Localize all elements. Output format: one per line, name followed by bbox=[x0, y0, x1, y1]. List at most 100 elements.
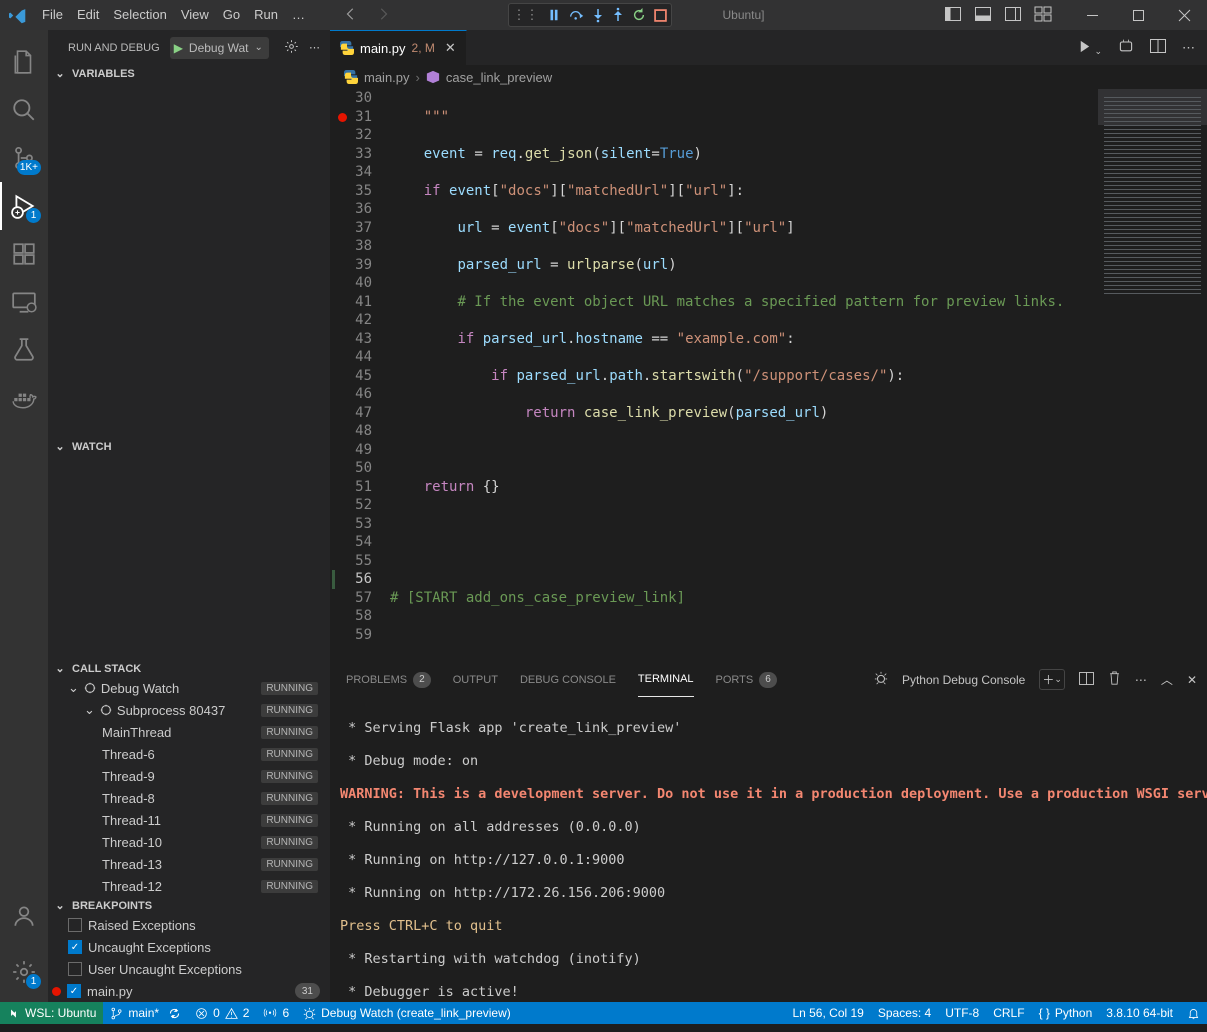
status-problems[interactable]: 0 2 bbox=[188, 1002, 256, 1024]
section-watch[interactable]: ⌄WATCH bbox=[48, 438, 330, 455]
callstack-thread[interactable]: Thread-11RUNNING bbox=[48, 809, 330, 831]
bp-raised[interactable]: Raised Exceptions bbox=[48, 914, 330, 936]
new-terminal-icon[interactable]: ＋⌄ bbox=[1039, 669, 1065, 690]
more-icon[interactable]: ⋯ bbox=[1182, 40, 1195, 56]
more-icon[interactable]: ⋯ bbox=[1135, 673, 1147, 687]
tab-dirty-indicator: 2, M bbox=[412, 41, 435, 55]
callstack-thread[interactable]: Thread-10RUNNING bbox=[48, 831, 330, 853]
menu-selection[interactable]: Selection bbox=[106, 0, 173, 30]
menu-run[interactable]: Run bbox=[247, 0, 285, 30]
menu-go[interactable]: Go bbox=[216, 0, 247, 30]
split-editor-icon[interactable] bbox=[1150, 39, 1166, 56]
minimize-icon[interactable] bbox=[1069, 0, 1115, 30]
toggle-panel-icon[interactable] bbox=[975, 7, 991, 24]
more-icon[interactable]: ⋯ bbox=[309, 41, 320, 54]
checkbox-icon[interactable]: ✓ bbox=[67, 984, 81, 998]
callstack-session[interactable]: ⌄ Debug Watch RUNNING bbox=[48, 677, 330, 699]
status-eol[interactable]: CRLF bbox=[986, 1002, 1031, 1024]
callstack-thread[interactable]: Thread-12RUNNING bbox=[48, 875, 330, 897]
checkbox-icon[interactable] bbox=[68, 918, 82, 932]
activity-docker[interactable] bbox=[0, 374, 48, 422]
status-indent[interactable]: Spaces: 4 bbox=[871, 1002, 938, 1024]
start-debug-icon[interactable]: ▶ bbox=[174, 41, 183, 55]
toggle-primary-sidebar-icon[interactable] bbox=[945, 7, 961, 24]
sync-icon[interactable] bbox=[168, 1007, 181, 1020]
section-variables[interactable]: ⌄VARIABLES bbox=[48, 65, 330, 82]
stop-icon[interactable] bbox=[654, 9, 667, 22]
panel-close-icon[interactable]: ✕ bbox=[1187, 673, 1197, 687]
status-interpreter[interactable]: 3.8.10 64-bit bbox=[1099, 1002, 1180, 1024]
line-number-gutter[interactable]: 3031323334353637383940414243444546474849… bbox=[330, 89, 390, 662]
activity-run-debug[interactable]: 1 bbox=[0, 182, 48, 230]
customize-layout-icon[interactable] bbox=[1035, 7, 1051, 24]
section-breakpoints[interactable]: ⌄BREAKPOINTS bbox=[48, 897, 330, 914]
code-content[interactable]: """ event = req.get_json(silent=True) if… bbox=[390, 89, 1097, 662]
trash-icon[interactable] bbox=[1108, 671, 1121, 688]
bp-file[interactable]: ✓main.py31 bbox=[48, 980, 330, 1002]
step-over-icon[interactable] bbox=[569, 8, 584, 22]
debug-small-icon bbox=[874, 671, 888, 688]
callstack-thread[interactable]: Thread-6RUNNING bbox=[48, 743, 330, 765]
maximize-icon[interactable] bbox=[1115, 0, 1161, 30]
pause-icon[interactable] bbox=[547, 8, 561, 22]
menu-edit[interactable]: Edit bbox=[70, 0, 106, 30]
status-language[interactable]: { }Python bbox=[1032, 1002, 1100, 1024]
step-into-icon[interactable] bbox=[592, 8, 604, 22]
section-callstack[interactable]: ⌄CALL STACK bbox=[48, 660, 330, 677]
close-icon[interactable] bbox=[1161, 0, 1207, 30]
menu-more[interactable]: … bbox=[285, 0, 312, 30]
chevron-down-icon[interactable]: ⌄ bbox=[255, 42, 263, 53]
status-notifications[interactable] bbox=[1180, 1002, 1207, 1024]
terminal-profile[interactable]: Python Debug Console bbox=[902, 673, 1025, 687]
bp-uncaught[interactable]: ✓Uncaught Exceptions bbox=[48, 936, 330, 958]
tab-close-icon[interactable]: ✕ bbox=[445, 40, 456, 56]
run-play-icon[interactable]: ⌄ bbox=[1077, 39, 1102, 57]
checkbox-icon[interactable] bbox=[68, 962, 82, 976]
status-branch[interactable]: main* bbox=[103, 1002, 188, 1024]
terminal[interactable]: * Serving Flask app 'create_link_preview… bbox=[330, 697, 1207, 1002]
activity-accounts[interactable] bbox=[0, 892, 48, 940]
restart-icon[interactable] bbox=[632, 8, 646, 22]
gear-icon[interactable] bbox=[284, 39, 299, 57]
code-editor[interactable]: 3031323334353637383940414243444546474849… bbox=[330, 89, 1207, 662]
debug-toolbar[interactable]: ⋮⋮ bbox=[508, 3, 672, 27]
activity-extensions[interactable] bbox=[0, 230, 48, 278]
panel-tab-terminal[interactable]: TERMINAL bbox=[638, 663, 694, 697]
callstack-subprocess[interactable]: ⌄ Subprocess 80437 RUNNING bbox=[48, 699, 330, 721]
activity-explorer[interactable] bbox=[0, 38, 48, 86]
split-terminal-icon[interactable] bbox=[1079, 672, 1094, 688]
debug-alt-icon[interactable] bbox=[1118, 38, 1134, 57]
callstack-thread[interactable]: MainThreadRUNNING bbox=[48, 721, 330, 743]
menu-view[interactable]: View bbox=[174, 0, 216, 30]
activity-settings[interactable]: 1 bbox=[0, 948, 48, 996]
status-ports[interactable]: 6 bbox=[256, 1002, 296, 1024]
activity-scm[interactable]: 1K+ bbox=[0, 134, 48, 182]
panel-tab-output[interactable]: OUTPUT bbox=[453, 674, 498, 686]
tab-main-py[interactable]: main.py 2, M ✕ bbox=[330, 30, 467, 65]
callstack-thread[interactable]: Thread-13RUNNING bbox=[48, 853, 330, 875]
chevron-up-icon[interactable]: ︿ bbox=[1161, 671, 1173, 688]
callstack-thread[interactable]: Thread-8RUNNING bbox=[48, 787, 330, 809]
bp-user-uncaught[interactable]: User Uncaught Exceptions bbox=[48, 958, 330, 980]
activity-search[interactable] bbox=[0, 86, 48, 134]
step-out-icon[interactable] bbox=[612, 8, 624, 22]
status-encoding[interactable]: UTF-8 bbox=[938, 1002, 986, 1024]
panel-tab-debug-console[interactable]: DEBUG CONSOLE bbox=[520, 674, 616, 686]
drag-handle-icon[interactable]: ⋮⋮ bbox=[513, 7, 539, 23]
status-debug[interactable]: Debug Watch (create_link_preview) bbox=[296, 1002, 518, 1024]
nav-forward-icon[interactable] bbox=[376, 7, 390, 24]
callstack-thread[interactable]: Thread-9RUNNING bbox=[48, 765, 330, 787]
breadcrumb[interactable]: main.py › case_link_preview bbox=[330, 65, 1207, 89]
nav-back-icon[interactable] bbox=[344, 7, 358, 24]
checkbox-icon[interactable]: ✓ bbox=[68, 940, 82, 954]
activity-remote[interactable] bbox=[0, 278, 48, 326]
panel-tab-problems[interactable]: PROBLEMS2 bbox=[346, 672, 431, 688]
status-cursor-pos[interactable]: Ln 56, Col 19 bbox=[785, 1002, 870, 1024]
minimap[interactable] bbox=[1097, 89, 1207, 662]
activity-testing[interactable] bbox=[0, 326, 48, 374]
debug-config-dropdown[interactable]: ▶ Debug Wat ⌄ bbox=[170, 37, 269, 59]
panel-tab-ports[interactable]: PORTS6 bbox=[716, 672, 777, 688]
status-remote[interactable]: WSL: Ubuntu bbox=[0, 1002, 103, 1024]
toggle-secondary-sidebar-icon[interactable] bbox=[1005, 7, 1021, 24]
menu-file[interactable]: File bbox=[35, 0, 70, 30]
